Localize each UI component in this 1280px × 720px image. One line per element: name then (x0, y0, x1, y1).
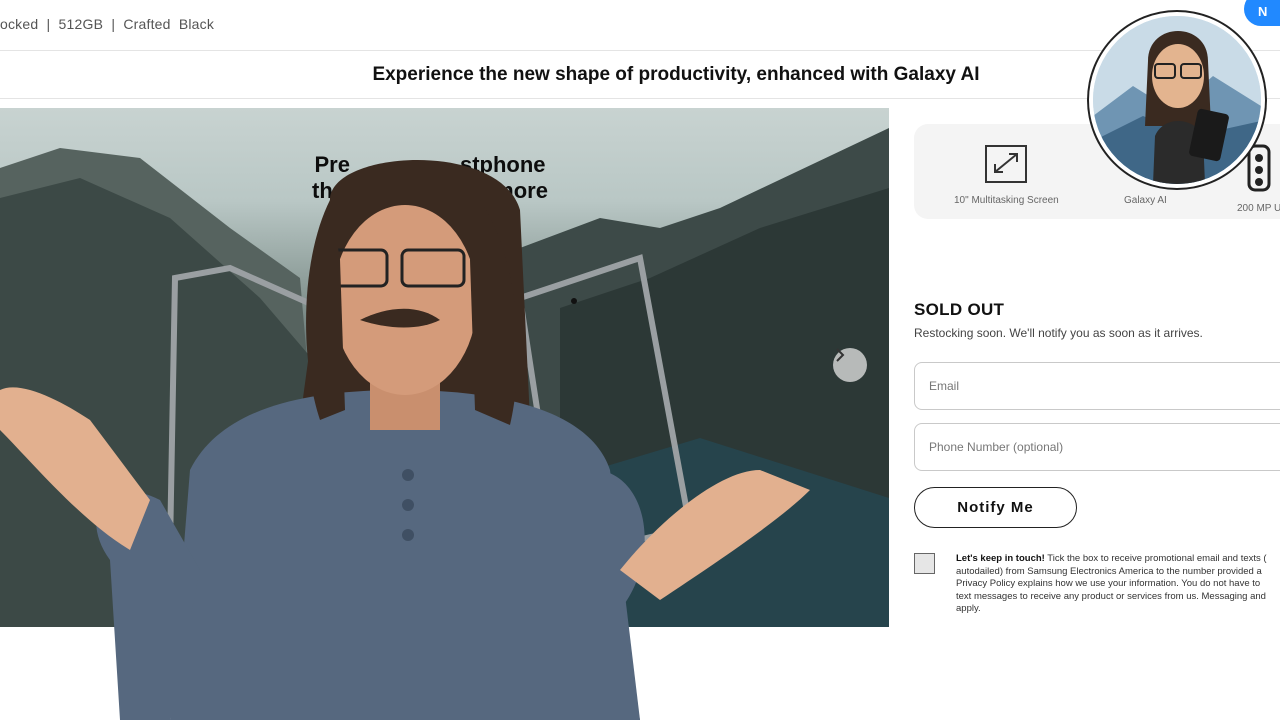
sold-out-title: SOLD OUT (914, 300, 1005, 319)
consent-bold: Let's keep in touch! (956, 553, 1045, 564)
restock-message: Restocking soon. We'll notify you as soo… (914, 326, 1203, 340)
feature-label-multitasking: 10" Multitasking Screen (954, 195, 1059, 206)
product-spec-summary: ocked | 512GB | Crafted Black (0, 16, 215, 32)
camera-icon (1247, 144, 1271, 192)
feature-label-galaxy-ai: Galaxy AI (1124, 195, 1167, 206)
phone-field[interactable] (914, 423, 1280, 471)
feature-label-camera: 200 MP U (1237, 203, 1280, 214)
phone-input[interactable] (915, 424, 1280, 470)
consent-line2: autodailed) from Samsung Electronics Ame… (956, 565, 1262, 577)
consent-line4: text messages to receive any product or … (956, 590, 1266, 602)
resize-screen-icon (985, 145, 1028, 183)
notify-me-button[interactable]: Notify Me (914, 487, 1077, 528)
top-spec-bar: ocked | 512GB | Crafted Black N (0, 0, 1280, 51)
consent-line3: Privacy Policy explains how we use your … (956, 578, 1261, 589)
promo-banner: Experience the new shape of productivity… (0, 52, 1280, 99)
avatar-illustration (1093, 16, 1261, 184)
feature-multitasking: 10" Multitasking Screen (954, 144, 1059, 206)
email-field[interactable] (914, 362, 1280, 410)
carousel-next-button[interactable] (833, 348, 867, 382)
consent-text: Let's keep in touch! Tick the box to rec… (956, 553, 1280, 616)
consent-line1: Tick the box to receive promotional emai… (1044, 553, 1267, 564)
consent-line5: apply. (956, 603, 981, 614)
chevron-right-icon (836, 348, 845, 362)
presenter-overlay (0, 160, 810, 720)
avatar (1089, 12, 1265, 188)
email-input[interactable] (915, 363, 1280, 409)
top-action-button[interactable]: N (1244, 0, 1280, 26)
promo-text: Experience the new shape of productivity… (372, 64, 980, 85)
consent-checkbox[interactable] (914, 553, 935, 574)
